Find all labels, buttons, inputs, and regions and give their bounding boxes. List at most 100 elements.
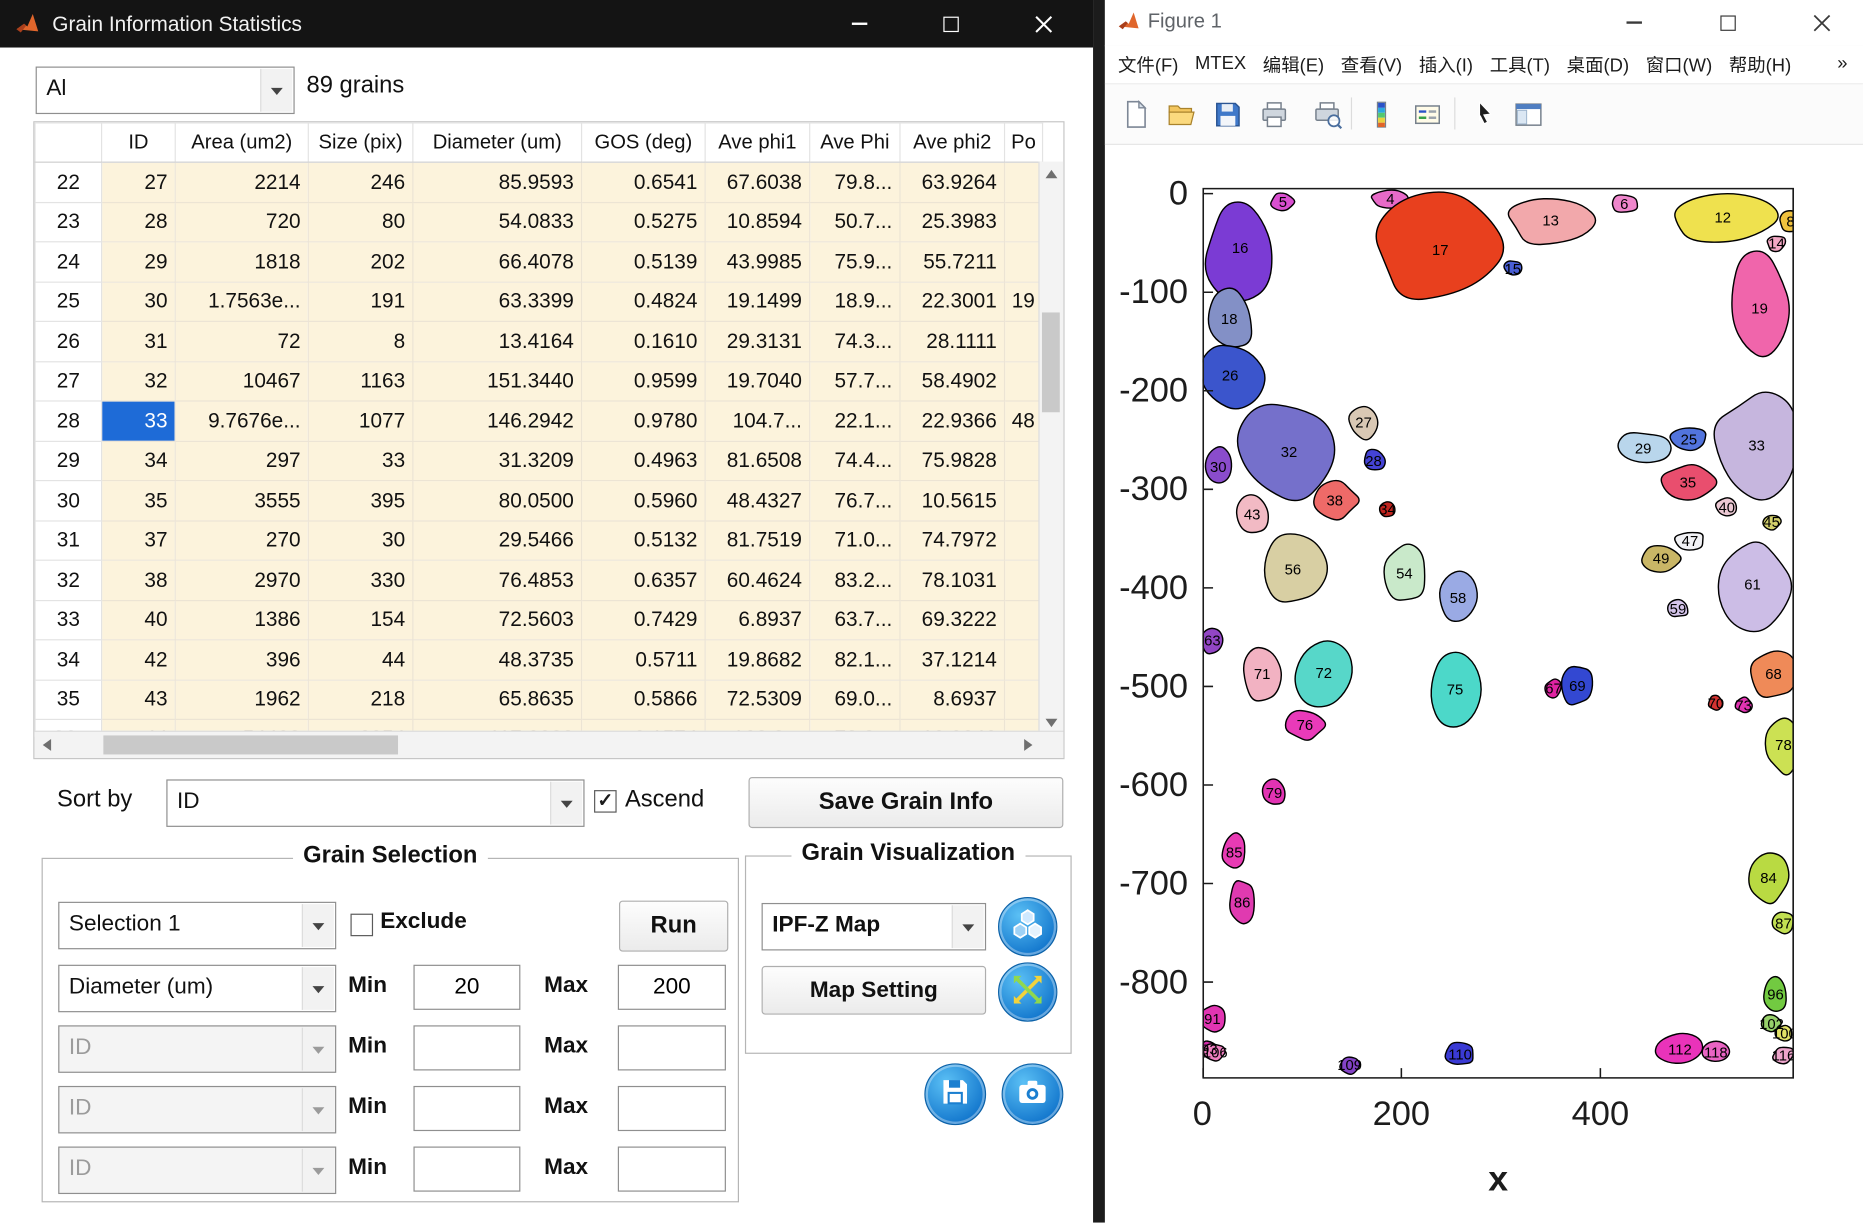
table-cell[interactable] [1005,321,1043,361]
table-cell[interactable]: 1962 [175,680,308,720]
table-cell[interactable]: 69.3222 [900,600,1005,640]
table-cell[interactable]: 27 [102,162,176,202]
table-cell[interactable]: 81.7519 [705,520,810,560]
table-cell[interactable]: 0.7429 [582,600,706,640]
table-cell[interactable]: 0.5139 [582,242,706,282]
table-cell[interactable]: 66.4078 [413,242,582,282]
table-cell[interactable]: 1386 [175,600,308,640]
table-cell[interactable]: 34 [102,441,176,481]
save-figure-button[interactable] [924,1063,986,1125]
filter-field-dropdown[interactable]: ID [58,1147,336,1195]
table-cell[interactable]: 60.4624 [705,560,810,600]
table-cell[interactable]: 1163 [308,361,413,401]
minimize-icon[interactable] [832,0,887,48]
phase-dropdown[interactable]: Al [36,67,295,115]
table-cell[interactable]: 44 [308,640,413,680]
menu-item[interactable]: MTEX [1187,53,1255,74]
horizontal-scroll-thumb[interactable] [103,735,398,754]
row-number[interactable]: 23 [35,202,102,242]
table-cell[interactable]: 76.4853 [413,560,582,600]
table-cell[interactable]: 32 [102,361,176,401]
row-number[interactable]: 35 [35,680,102,720]
save-grain-info-button[interactable]: Save Grain Info [749,777,1064,828]
table-cell[interactable]: 2970 [175,560,308,600]
table-cell[interactable] [1005,162,1043,202]
menu-item[interactable]: 窗口(W) [1637,51,1720,77]
column-header[interactable]: Po [1005,123,1043,162]
table-cell[interactable]: 80.0500 [413,481,582,521]
exclude-checkbox[interactable] [350,914,373,937]
min-input[interactable] [413,1025,520,1070]
table-cell[interactable]: 10.5615 [900,481,1005,521]
table-cell[interactable]: 42 [102,640,176,680]
vertical-scrollbar[interactable] [1038,162,1063,735]
row-number[interactable]: 34 [35,640,102,680]
scroll-left-icon[interactable] [37,732,56,758]
table-cell[interactable] [1005,242,1043,282]
row-number[interactable]: 33 [35,600,102,640]
table-cell[interactable]: 146.2942 [413,401,582,441]
table-cell[interactable] [1005,560,1043,600]
table-cell[interactable]: 18.9... [810,282,900,322]
sort-dropdown[interactable]: ID [166,779,584,827]
table-cell[interactable]: 0.4963 [582,441,706,481]
row-number[interactable]: 30 [35,481,102,521]
row-number[interactable]: 29 [35,441,102,481]
table-cell[interactable]: 67.6038 [705,162,810,202]
table-cell[interactable]: 19.7040 [705,361,810,401]
row-number[interactable]: 28 [35,401,102,441]
snapshot-button[interactable] [1002,1063,1064,1125]
row-number[interactable]: 22 [35,162,102,202]
table-cell[interactable] [1005,481,1043,521]
print-icon[interactable] [1257,97,1290,130]
vertical-scroll-thumb[interactable] [1042,312,1060,412]
menu-item[interactable]: 查看(V) [1332,51,1410,77]
column-header[interactable]: ID [102,123,176,162]
map-setting-button[interactable]: Map Setting [762,966,987,1015]
row-number[interactable]: 31 [35,520,102,560]
table-cell[interactable]: 720 [175,202,308,242]
table-cell[interactable]: 13.4164 [413,321,582,361]
table-cell[interactable]: 37.1214 [900,640,1005,680]
table-cell[interactable]: 55.7211 [900,242,1005,282]
table-cell[interactable]: 330 [308,560,413,600]
table-cell[interactable] [1005,520,1043,560]
minimize-icon[interactable] [1606,0,1661,45]
table-cell[interactable]: 29 [102,242,176,282]
min-input[interactable] [413,965,520,1010]
table-cell[interactable]: 33 [308,441,413,481]
table-cell[interactable]: 19.1499 [705,282,810,322]
max-input[interactable] [618,1086,726,1131]
table-cell[interactable]: 8 [308,321,413,361]
column-header[interactable]: GOS (deg) [582,123,706,162]
table-cell[interactable]: 79.8... [810,162,900,202]
table-cell[interactable]: 50.7... [810,202,900,242]
close-icon[interactable] [1794,0,1849,45]
table-cell[interactable]: 83.2... [810,560,900,600]
table-cell[interactable]: 54.0833 [413,202,582,242]
table-cell[interactable]: 19.8682 [705,640,810,680]
table-cell[interactable]: 22.1... [810,401,900,441]
table-cell[interactable]: 63.9264 [900,162,1005,202]
table-cell[interactable]: 104.7... [705,401,810,441]
row-number[interactable]: 25 [35,282,102,322]
table-cell[interactable]: 75.9828 [900,441,1005,481]
table-cell[interactable]: 1818 [175,242,308,282]
table-cell[interactable]: 218 [308,680,413,720]
filter-field-dropdown[interactable]: Diameter (um) [58,965,336,1013]
menu-item[interactable]: 工具(T) [1481,51,1558,77]
table-cell[interactable]: 74.7972 [900,520,1005,560]
colorbar-icon[interactable] [1364,97,1397,130]
table-cell[interactable]: 43.9985 [705,242,810,282]
table-cell[interactable] [1005,600,1043,640]
max-input[interactable] [618,1025,726,1070]
table-cell[interactable]: 48.4327 [705,481,810,521]
column-header[interactable]: Size (pix) [308,123,413,162]
table-cell[interactable]: 80 [308,202,413,242]
table-cell[interactable]: 151.3440 [413,361,582,401]
row-number[interactable]: 26 [35,321,102,361]
min-input[interactable] [413,1147,520,1192]
table-cell[interactable]: 28 [102,202,176,242]
table-cell[interactable]: 48 [1005,401,1043,441]
table-cell[interactable]: 29.3131 [705,321,810,361]
